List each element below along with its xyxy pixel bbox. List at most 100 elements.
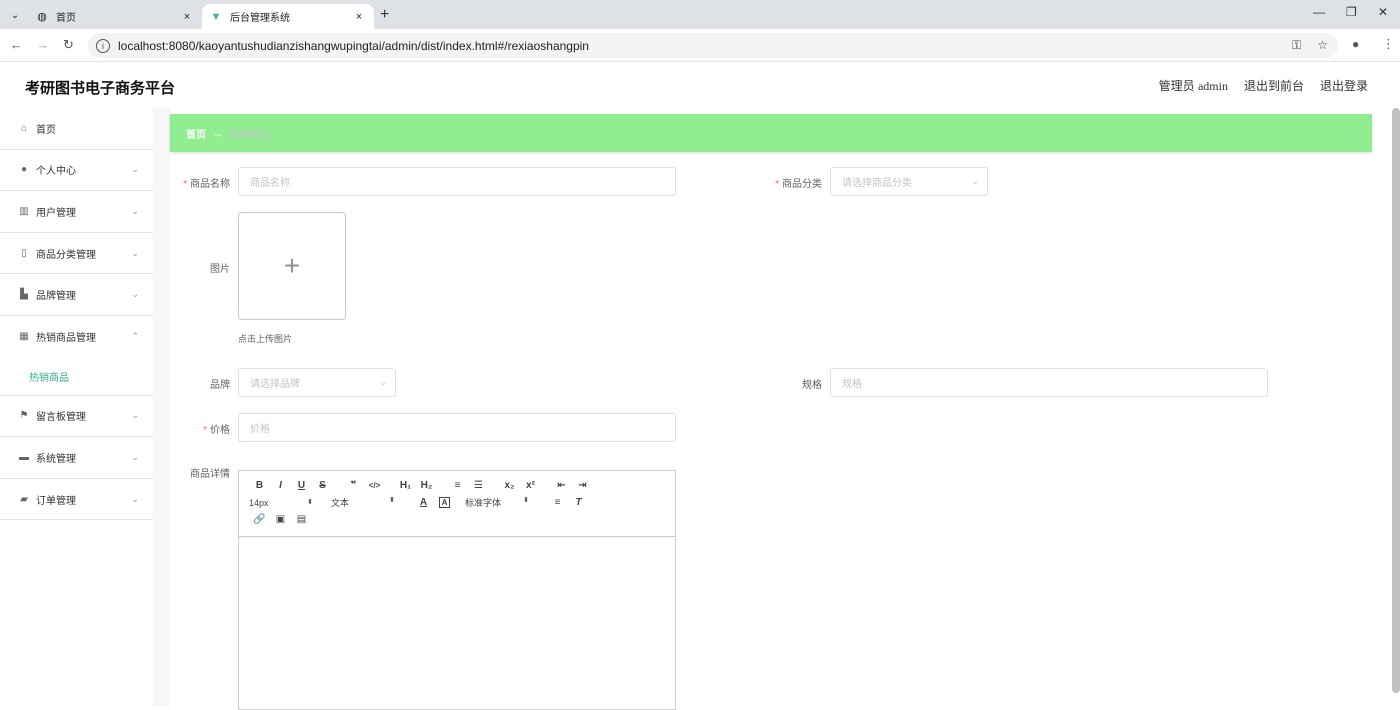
- sidebar-item-profile[interactable]: ● 个人中心 ⌄: [0, 150, 153, 192]
- scrollbar[interactable]: [1392, 108, 1400, 693]
- heading2-icon[interactable]: H₂: [416, 480, 437, 491]
- sidebar-item-label: 品牌管理: [36, 291, 76, 303]
- bullet-list-icon[interactable]: ☰: [468, 480, 489, 491]
- name-label-text: 商品名称: [190, 179, 230, 190]
- bold-icon[interactable]: B: [249, 480, 270, 491]
- image-upload-button[interactable]: +: [238, 212, 346, 320]
- image-label: 图片: [210, 264, 230, 275]
- header-select[interactable]: 文本 ⬍: [331, 496, 395, 509]
- font-family-select[interactable]: 标准字体 ⬍: [465, 496, 529, 509]
- blockquote-icon[interactable]: ❞: [343, 480, 364, 491]
- product-name-placeholder: 商品名称: [250, 178, 290, 189]
- sidebar-item-users[interactable]: ▥ 用户管理 ⌄: [0, 191, 153, 233]
- user-icon: ●: [20, 164, 28, 176]
- reload-icon[interactable]: ↻: [63, 37, 74, 53]
- minimize-icon[interactable]: —: [1313, 5, 1325, 19]
- profile-icon[interactable]: ●: [1352, 37, 1359, 51]
- chevron-down-icon: ⌄: [131, 164, 139, 175]
- category-select[interactable]: 请选择商品分类 ⌄: [830, 167, 988, 196]
- indent-icon[interactable]: ⇥: [572, 480, 593, 491]
- spec-input[interactable]: 规格: [830, 368, 1268, 397]
- chevron-down-icon: ⌄: [131, 205, 139, 216]
- font-size-select[interactable]: 14px ⬍: [249, 498, 313, 508]
- plus-icon: +: [283, 250, 301, 281]
- align-icon[interactable]: ≡: [547, 497, 568, 508]
- header-value: 文本: [331, 498, 350, 508]
- system-icon: ▬: [19, 451, 29, 463]
- order-icon: ▰: [20, 493, 28, 505]
- tab-home[interactable]: ◍ 首页 ×: [28, 4, 202, 29]
- sidebar-item-system[interactable]: ▬ 系统管理 ⌄: [0, 437, 153, 479]
- sidebar-item-label: 订单管理: [36, 495, 76, 507]
- product-name-input[interactable]: 商品名称: [238, 167, 676, 196]
- logout-link[interactable]: 退出登录: [1320, 77, 1368, 94]
- sidebar-item-label: 留言板管理: [36, 412, 86, 424]
- superscript-icon[interactable]: x²: [520, 480, 541, 491]
- window-close-icon[interactable]: ✕: [1378, 5, 1388, 19]
- bookmark-star-icon[interactable]: ☆: [1317, 38, 1328, 53]
- tab-label: 首页: [56, 13, 76, 24]
- font-color-icon[interactable]: A: [413, 497, 434, 508]
- chevron-down-icon: ⌄: [131, 451, 139, 462]
- sidebar-item-orders[interactable]: ▰ 订单管理 ⌄: [0, 479, 153, 521]
- breadcrumb-home[interactable]: 首页: [186, 126, 206, 141]
- site-info-icon[interactable]: i: [96, 38, 110, 53]
- name-label: * 商品名称: [183, 179, 230, 190]
- tab-close-icon[interactable]: ×: [180, 11, 194, 23]
- font-family-value: 标准字体: [465, 498, 502, 508]
- sidebar-item-category[interactable]: ▯ 商品分类管理 ⌄: [0, 233, 153, 275]
- sidebar-item-brand[interactable]: ▙ 品牌管理 ⌄: [0, 274, 153, 316]
- ordered-list-icon[interactable]: ≡: [447, 480, 468, 491]
- link-icon[interactable]: 🔗: [249, 514, 270, 525]
- sidebar: ⌂ 首页 ● 个人中心 ⌄ ▥ 用户管理 ⌄ ▯ 商品分类管理 ⌄ ▙ 品牌管理…: [0, 108, 153, 707]
- brand-label: 品牌: [210, 380, 230, 391]
- video-icon[interactable]: ▤: [291, 514, 312, 525]
- tab-admin[interactable]: ▼ 后台管理系统 ×: [202, 4, 374, 29]
- outdent-icon[interactable]: ⇤: [551, 480, 572, 491]
- strike-icon[interactable]: S: [312, 480, 333, 491]
- sidebar-item-hot-products[interactable]: ▦ 热销商品管理 ⌃: [0, 316, 153, 358]
- forward-icon[interactable]: →: [36, 37, 49, 52]
- detail-label: 商品详情: [190, 469, 230, 480]
- back-to-front-link[interactable]: 退出到前台: [1244, 77, 1304, 94]
- clear-format-icon[interactable]: T: [568, 497, 589, 508]
- new-tab-button[interactable]: +: [380, 6, 389, 24]
- restore-icon[interactable]: ❐: [1346, 5, 1357, 19]
- sidebar-item-label: 用户管理: [36, 207, 76, 219]
- underline-icon[interactable]: U: [291, 480, 312, 491]
- subscript-icon[interactable]: x₂: [499, 480, 520, 491]
- chevron-down-icon: ⌄: [131, 410, 139, 421]
- heading1-icon[interactable]: H₁: [395, 480, 416, 491]
- sidebar-item-home[interactable]: ⌂ 首页: [0, 108, 153, 150]
- home-icon: ⌂: [20, 122, 28, 134]
- chevron-down-icon: ⌄: [971, 176, 979, 186]
- menu-kebab-icon[interactable]: ⋮: [1382, 36, 1395, 52]
- tab-search-icon[interactable]: ⌄: [6, 6, 24, 24]
- rich-text-editor[interactable]: B I U S ❞ </> H₁ H₂ ≡ ☰ x₂ x² ⇤ ⇥ 14px ⬍…: [238, 470, 676, 710]
- admin-info: 管理员 admin: [1159, 77, 1228, 94]
- code-icon[interactable]: </>: [364, 481, 385, 490]
- sidebar-subitem-hot-products[interactable]: 热销商品: [0, 358, 153, 396]
- url-field[interactable]: i localhost:8080/kaoyantushudianzishangw…: [88, 33, 1338, 58]
- app-title: 考研图书电子商务平台: [25, 80, 176, 97]
- chevron-down-icon: ⌄: [131, 493, 139, 504]
- image-icon[interactable]: ▣: [270, 514, 291, 525]
- updown-icon: ⬍: [389, 497, 395, 504]
- category-label: * 商品分类: [775, 179, 822, 190]
- sidebar-item-messages[interactable]: ⚑ 留言板管理 ⌄: [0, 396, 153, 438]
- sidebar-item-label: 商品分类管理: [36, 249, 96, 261]
- flag-icon: ⚑: [19, 410, 29, 422]
- brand-select[interactable]: 请选择品牌 ⌄: [238, 368, 396, 397]
- browser-tab-bar: ⌄ ◍ 首页 × ▼ 后台管理系统 × + — ❐ ✕: [0, 0, 1400, 29]
- italic-icon[interactable]: I: [270, 480, 291, 491]
- back-icon[interactable]: ←: [10, 37, 23, 52]
- background-color-icon[interactable]: A: [439, 497, 450, 508]
- users-icon: ▥: [19, 205, 29, 217]
- key-icon[interactable]: ⚿: [1292, 38, 1301, 53]
- upload-tip: 点击上传图片: [238, 334, 293, 344]
- price-input[interactable]: 价格: [238, 413, 676, 442]
- tab-close-icon[interactable]: ×: [352, 11, 366, 23]
- grid-icon: ▦: [19, 331, 29, 343]
- editor-content-area[interactable]: [239, 537, 675, 709]
- brand-placeholder: 请选择品牌: [250, 379, 300, 390]
